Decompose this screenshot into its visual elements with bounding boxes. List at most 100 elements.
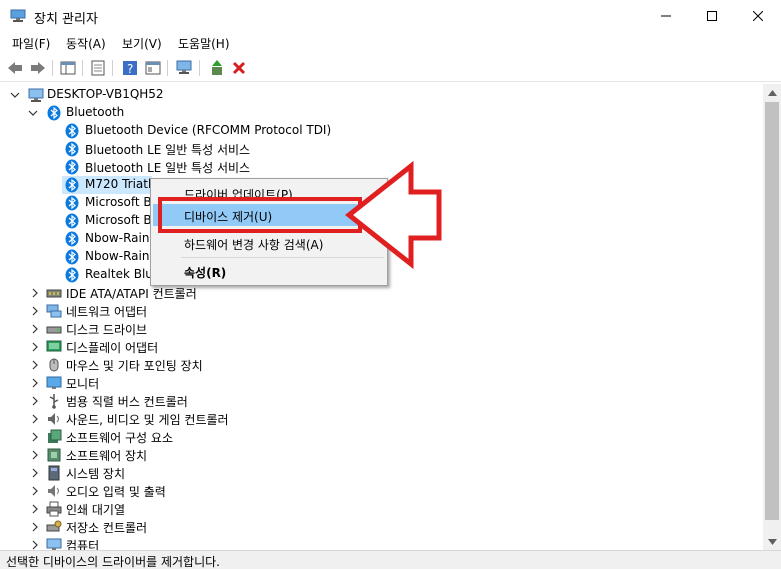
chevron-right-icon[interactable] — [30, 539, 40, 550]
display-adapter-icon — [46, 340, 62, 352]
bluetooth-icon — [65, 195, 79, 211]
bluetooth-icon — [65, 177, 79, 193]
system-device-icon — [48, 465, 60, 481]
chevron-down-icon[interactable] — [28, 107, 38, 119]
device-label: Nbow-Rainb — [85, 231, 158, 245]
tree-category[interactable]: 범용 직렬 버스 컨트롤러 — [0, 392, 763, 410]
device-label: Nbow-Rainb — [85, 249, 158, 263]
monitor-icon — [46, 376, 62, 389]
tree-device-selected[interactable]: M720 Triath — [62, 176, 156, 194]
category-label: 디스플레이 어댑터 — [66, 341, 159, 355]
category-label: 인쇄 대기열 — [66, 503, 126, 517]
view-resources-icon[interactable] — [143, 58, 163, 78]
computer-icon — [28, 88, 44, 102]
tree-category[interactable]: 인쇄 대기열 — [0, 500, 763, 518]
vertical-scrollbar[interactable] — [763, 84, 781, 550]
toolbar: ? — [0, 54, 781, 82]
chevron-down-icon[interactable] — [10, 89, 20, 101]
device-label: Bluetooth Device (RFCOMM Protocol TDI) — [85, 123, 332, 137]
show-hide-console-tree-icon[interactable] — [58, 58, 78, 78]
category-label: 사운드, 비디오 및 게임 컨트롤러 — [66, 413, 229, 427]
chevron-right-icon[interactable] — [30, 341, 40, 353]
tree-category[interactable]: 시스템 장치 — [0, 464, 763, 482]
device-label: Bluetooth LE 일반 특성 서비스 — [85, 161, 251, 175]
tree-category[interactable]: 네트워크 어댑터 — [0, 302, 763, 320]
chevron-right-icon[interactable] — [30, 305, 40, 317]
chevron-right-icon[interactable] — [30, 521, 40, 533]
tree-device[interactable]: Bluetooth Device (RFCOMM Protocol TDI) — [0, 122, 763, 140]
tree-category-bluetooth[interactable]: Bluetooth — [0, 104, 763, 122]
chevron-right-icon[interactable] — [30, 359, 40, 371]
tree-root[interactable]: DESKTOP-VB1QH52 — [0, 86, 763, 104]
tree-category[interactable]: 소프트웨어 장치 — [0, 446, 763, 464]
device-label: Microsoft B — [85, 213, 152, 227]
tree-category[interactable]: 오디오 입력 및 출력 — [0, 482, 763, 500]
chevron-right-icon[interactable] — [30, 485, 40, 497]
menu-file[interactable]: 파일(F) — [12, 35, 50, 52]
device-tree[interactable]: DESKTOP-VB1QH52 Bluetooth Bluetooth Devi… — [0, 84, 763, 550]
disk-drive-icon — [46, 326, 62, 334]
minimize-button[interactable] — [643, 0, 689, 32]
menu-view[interactable]: 보기(V) — [122, 35, 162, 52]
network-adapter-icon — [46, 304, 62, 318]
tree-category[interactable]: IDE ATA/ATAPI 컨트롤러 — [0, 284, 763, 302]
chevron-right-icon[interactable] — [30, 431, 40, 443]
scan-hardware-icon[interactable] — [175, 58, 195, 78]
tree-category[interactable]: 디스크 드라이브 — [0, 320, 763, 338]
chevron-right-icon[interactable] — [30, 287, 40, 299]
properties-icon[interactable] — [88, 58, 108, 78]
chevron-right-icon[interactable] — [30, 377, 40, 389]
category-label: Bluetooth — [66, 105, 125, 119]
tree-category[interactable]: 모니터 — [0, 374, 763, 392]
uninstall-device-icon[interactable] — [229, 58, 249, 78]
window-title: 장치 관리자 — [34, 12, 98, 27]
scrollbar-thumb[interactable] — [765, 102, 779, 520]
tree-category[interactable]: 소프트웨어 구성 요소 — [0, 428, 763, 446]
menu-bar: 파일(F) 동작(A) 보기(V) 도움말(H) — [0, 32, 781, 54]
close-button[interactable] — [735, 0, 781, 32]
forward-arrow-icon[interactable] — [28, 58, 48, 78]
menu-help[interactable]: 도움말(H) — [178, 35, 230, 52]
category-label: 범용 직렬 버스 컨트롤러 — [66, 395, 188, 409]
chevron-right-icon[interactable] — [30, 323, 40, 335]
tree-category[interactable]: 저장소 컨트롤러 — [0, 518, 763, 536]
device-label: Realtek Blue — [85, 267, 161, 281]
chevron-right-icon[interactable] — [30, 503, 40, 515]
tree-category[interactable]: 마우스 및 기타 포인팅 장치 — [0, 356, 763, 374]
tree-category[interactable]: 컴퓨터 — [0, 536, 763, 550]
tree-category[interactable]: 사운드, 비디오 및 게임 컨트롤러 — [0, 410, 763, 428]
menu-label: 하드웨어 변경 사항 검색(A) — [184, 238, 324, 252]
category-label: 소프트웨어 구성 요소 — [66, 431, 173, 445]
menu-action[interactable]: 동작(A) — [66, 35, 106, 52]
chevron-right-icon[interactable] — [30, 467, 40, 479]
chevron-right-icon[interactable] — [30, 395, 40, 407]
software-component-icon — [48, 429, 62, 443]
bluetooth-icon — [65, 231, 79, 247]
scroll-up-icon[interactable] — [763, 84, 781, 101]
speaker-icon — [48, 413, 59, 425]
category-label: 오디오 입력 및 출력 — [66, 485, 166, 499]
printer-icon — [46, 501, 62, 517]
help-icon[interactable]: ? — [120, 58, 140, 78]
bluetooth-icon — [65, 249, 79, 265]
category-label: 컴퓨터 — [66, 539, 100, 550]
device-label: Bluetooth LE 일반 특성 서비스 — [85, 143, 251, 157]
category-label: IDE ATA/ATAPI 컨트롤러 — [66, 287, 197, 301]
tree-category[interactable]: 디스플레이 어댑터 — [0, 338, 763, 356]
bluetooth-icon — [47, 105, 61, 121]
audio-io-icon — [48, 485, 59, 497]
tree-device[interactable]: Bluetooth LE 일반 특성 서비스 — [0, 140, 763, 158]
device-label: M720 Triath — [85, 177, 156, 191]
back-arrow-icon[interactable] — [5, 58, 25, 78]
usb-icon — [49, 394, 59, 409]
bluetooth-icon — [65, 123, 79, 139]
category-label: 마우스 및 기타 포인팅 장치 — [66, 359, 203, 373]
update-driver-icon[interactable] — [207, 58, 227, 78]
status-bar: 선택한 디바이스의 드라이버를 제거합니다. — [0, 550, 781, 569]
maximize-button[interactable] — [689, 0, 735, 32]
root-label: DESKTOP-VB1QH52 — [47, 87, 164, 101]
chevron-right-icon[interactable] — [30, 413, 40, 425]
chevron-right-icon[interactable] — [30, 449, 40, 461]
scroll-down-icon[interactable] — [763, 533, 781, 550]
storage-controller-icon — [46, 520, 62, 532]
